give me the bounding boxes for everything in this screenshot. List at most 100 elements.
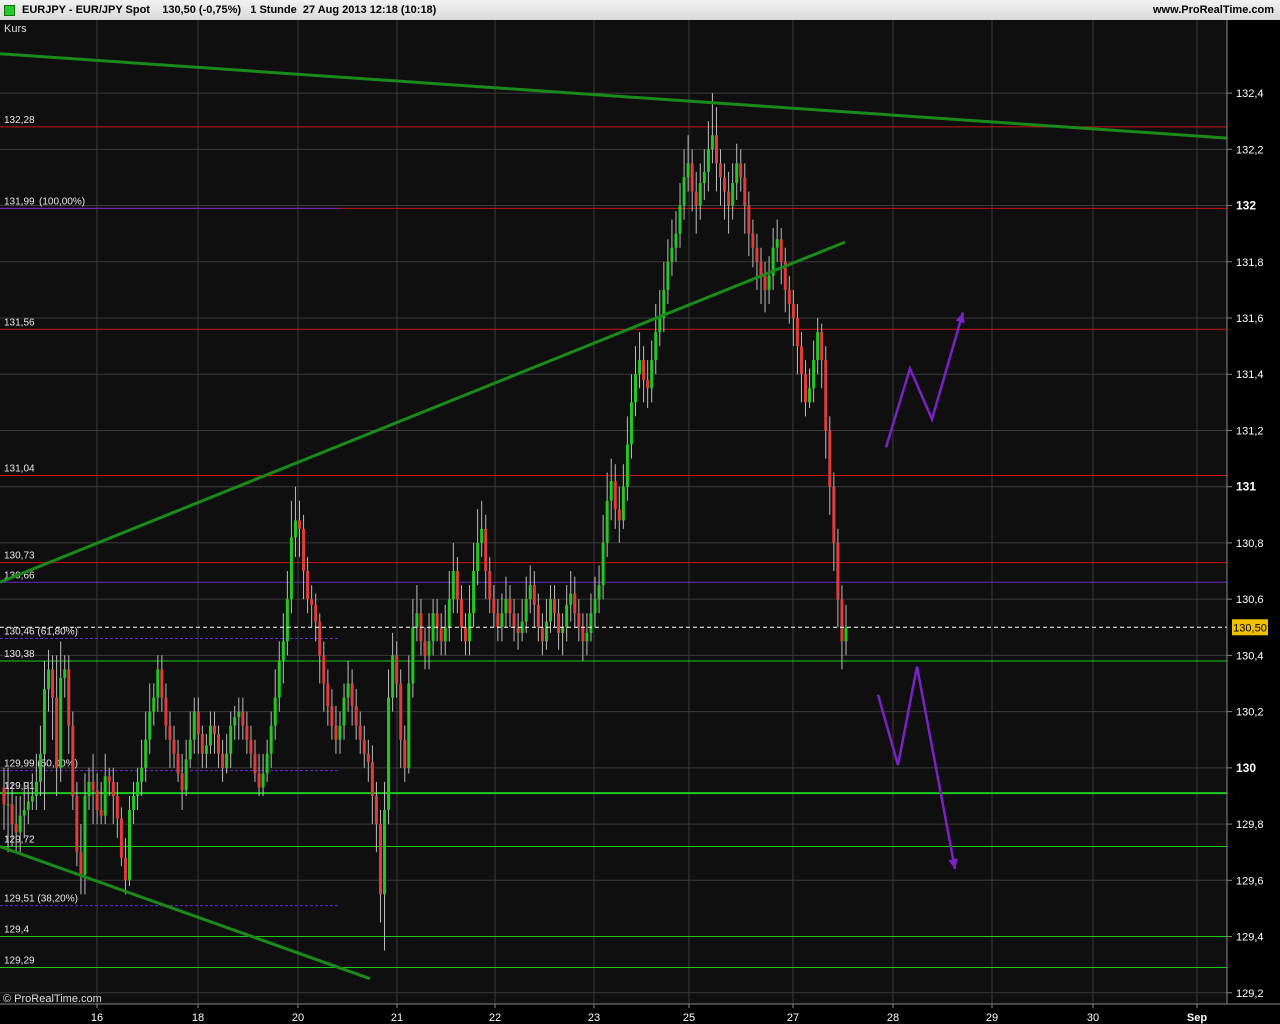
candle-up [30,795,34,802]
level-label: 129,91 [4,781,35,792]
candle-up [593,599,597,614]
candle-down [573,593,577,614]
fib-label: (100,00%) [39,196,85,207]
candle-up [383,810,387,895]
candle-down [200,734,204,754]
candle-up [451,571,455,600]
candle-down [836,542,840,600]
candle-down [119,818,123,858]
candle-up [706,149,710,172]
candle-up [391,655,395,698]
candle-down [463,627,467,642]
candle-up [152,697,156,712]
candle-up [233,717,237,726]
candle-up [103,776,107,816]
x-tick-label: 27 [787,1012,799,1024]
candle-up [22,810,26,816]
level-label: 129,29 [4,955,35,966]
level-label: 129,4 [4,925,29,936]
instrument-name: EURJPY - EUR/JPY Spot [22,4,150,16]
site-link[interactable]: www.ProRealTime.com [1153,4,1274,16]
candle-up [597,585,601,600]
candle-up [140,767,144,782]
candle-down [455,571,459,600]
candle-down [747,205,751,234]
candle-down [91,781,95,791]
candle-down [395,655,399,684]
candle-down [536,604,540,628]
y-tick-label: 130,2 [1236,707,1264,719]
candle-down [176,753,180,774]
candle-down [828,430,832,487]
candle-up [42,689,46,754]
candle-down [322,655,326,684]
candle-up [500,613,504,628]
candle-down [245,725,249,740]
x-tick-label: 25 [683,1012,695,1024]
candle-up [808,388,812,403]
candle-up [634,374,637,403]
candle-down [779,239,783,262]
candle-up [293,520,297,538]
candle-up [585,632,589,642]
candle-down [302,528,306,572]
candle-down [358,725,362,740]
x-tick-label: 23 [588,1012,600,1024]
y-tick-label: 131 [1236,480,1256,494]
candle-down [403,739,407,768]
candle-down [168,725,172,740]
candle-down [516,627,520,633]
candle-down [795,318,799,347]
candle-down [334,725,338,740]
candle-down [180,773,184,791]
last-price-label: 130,50 [1233,622,1267,634]
candle-up [415,613,419,628]
candle-down [318,621,322,656]
candle-down [67,669,71,726]
y-tick-label: 131,4 [1236,369,1264,381]
candle-down [310,599,314,605]
x-tick-label: 21 [391,1012,403,1024]
candle-down [160,669,164,698]
candle-down [714,135,718,164]
level-label: 129,72 [4,835,35,846]
candle-down [727,191,731,206]
candle-down [71,725,75,796]
candle-down [820,332,824,361]
candle-up [775,239,779,248]
candle-down [14,824,18,833]
y-tick-label: 132,4 [1236,88,1264,100]
candle-down [787,289,791,304]
chart-header-bar: EURJPY - EUR/JPY Spot 130,50 (-0,75%) 1 … [0,0,1280,21]
level-label: 130,73 [4,551,35,562]
candle-up [156,669,160,698]
level-label: 131,99 [4,196,35,207]
candle-up [225,753,229,768]
candle-down [690,163,694,192]
candle-down [723,177,727,192]
candle-down [51,669,55,698]
candle-up [285,599,289,642]
candle-down [439,627,443,642]
candle-down [75,795,79,853]
candle-up [18,815,22,833]
candle-down [374,795,378,825]
price-chart[interactable]: 132,28131,99131,56131,04130,73130,66130,… [0,20,1280,1024]
candle-up [605,500,609,543]
candle-down [362,739,366,754]
candle-up [273,697,277,726]
candle-down [763,275,767,290]
candle-up [38,753,42,782]
level-label: 132,28 [4,115,35,126]
candle-up [812,360,816,389]
candle-down [241,711,245,726]
candle-up [569,593,573,605]
candle-down [115,795,119,819]
candle-up [338,725,342,740]
datetime-label: 27 Aug 2013 12:18 (10:18) [302,4,437,16]
candle-down [330,705,334,726]
candle-up [702,171,706,184]
candle-up [59,677,63,768]
candle-up [127,810,131,881]
candle-up [34,781,38,796]
